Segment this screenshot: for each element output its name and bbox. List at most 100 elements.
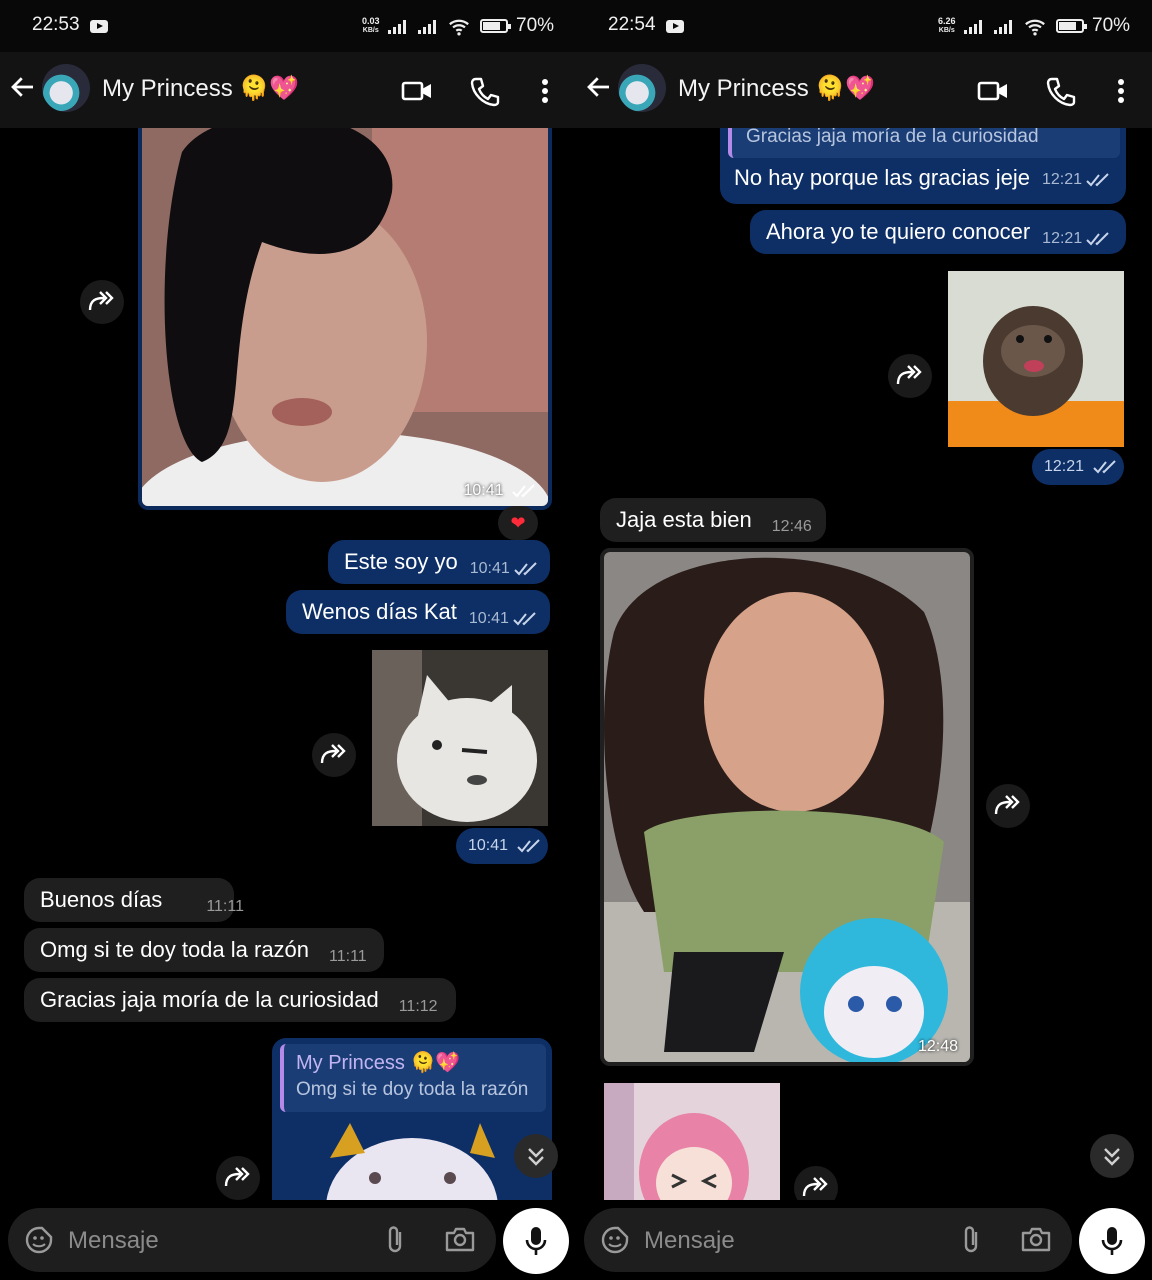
back-arrow-icon[interactable] xyxy=(8,72,38,102)
double-check-icon xyxy=(1092,460,1116,474)
chat-header: My Princess 🫠💖 xyxy=(0,52,576,128)
message-bubble-outgoing[interactable]: Wenos días Kat 10:41 xyxy=(286,590,550,634)
message-bubble-outgoing[interactable]: Este soy yo 10:41 xyxy=(328,540,550,584)
message-field[interactable]: Mensaje xyxy=(584,1208,1072,1272)
sticker-time-pill: 12:21 xyxy=(1032,449,1124,485)
forward-icon xyxy=(802,1177,828,1197)
mic-icon xyxy=(525,1227,547,1255)
message-bubble-incoming[interactable]: Jaja esta bien 12:46 xyxy=(600,498,826,542)
network-speed: 6.26 KB/s xyxy=(938,17,956,35)
scroll-down-button[interactable] xyxy=(1090,1134,1134,1178)
sticker-message[interactable] xyxy=(948,271,1124,447)
attach-icon[interactable] xyxy=(958,1224,986,1256)
photo-message[interactable]: 10:41 xyxy=(138,128,552,510)
forward-icon xyxy=(896,365,922,385)
message-time: 10:41 xyxy=(470,547,538,591)
signal-icon xyxy=(994,20,1016,34)
scroll-down-button[interactable] xyxy=(514,1134,558,1178)
battery-icon xyxy=(480,19,511,33)
photo-image xyxy=(142,128,548,506)
youtube-icon xyxy=(90,20,108,33)
message-text: Omg si te doy toda la razón xyxy=(40,937,310,962)
signal-icon xyxy=(964,20,986,34)
sticker-message[interactable] xyxy=(372,650,548,826)
double-check-icon xyxy=(514,562,537,576)
network-speed-unit: KB/s xyxy=(362,27,379,34)
signal-icon xyxy=(418,20,440,34)
message-text: Wenos días Kat xyxy=(302,599,457,624)
message-text: No hay porque las gracias jeje xyxy=(734,165,1030,190)
voice-record-button[interactable] xyxy=(1079,1208,1145,1274)
phone-icon[interactable] xyxy=(1044,74,1078,108)
video-call-icon[interactable] xyxy=(400,74,434,108)
forward-icon xyxy=(320,744,346,764)
camera-icon[interactable] xyxy=(444,1224,476,1254)
reply-quote[interactable]: My Princess 🫠💖 Omg si te doy toda la raz… xyxy=(280,1044,546,1112)
chat-title[interactable]: My Princess 🫠💖 xyxy=(678,74,875,103)
status-bar: 22:53 0.03 KB/s 70% xyxy=(0,0,576,52)
youtube-icon xyxy=(666,20,684,33)
forward-button[interactable] xyxy=(986,784,1030,828)
phone-icon[interactable] xyxy=(468,74,502,108)
message-text: Jaja esta bien xyxy=(616,507,752,532)
double-check-icon xyxy=(1086,173,1109,187)
message-bubble-incoming[interactable]: Omg si te doy toda la razón 11:11 xyxy=(24,928,384,972)
back-arrow-icon[interactable] xyxy=(584,72,614,102)
forward-button[interactable] xyxy=(888,354,932,398)
message-time: 10:41 xyxy=(464,482,537,500)
double-check-icon xyxy=(516,839,540,853)
status-time: 22:54 xyxy=(608,14,656,35)
contact-avatar[interactable] xyxy=(618,64,666,112)
sticker-icon[interactable] xyxy=(24,1225,54,1255)
video-call-icon[interactable] xyxy=(976,74,1010,108)
message-list[interactable]: 10:41 ❤ Este soy yo 10:41 Wenos días Kat 1… xyxy=(0,128,576,1200)
forward-button[interactable] xyxy=(312,733,356,777)
more-vert-icon[interactable] xyxy=(1104,74,1138,108)
sticker-icon[interactable] xyxy=(600,1225,630,1255)
message-input[interactable]: Mensaje xyxy=(68,1227,159,1255)
double-check-icon xyxy=(512,484,535,498)
reaction-badge[interactable]: ❤ xyxy=(498,506,538,540)
reply-message[interactable]: Gracias jaja moría de la curiosidad No h… xyxy=(720,128,1126,204)
message-bubble-outgoing[interactable]: Ahora yo te quiero conocer 12:21 xyxy=(750,210,1126,254)
composer: Mensaje xyxy=(576,1200,1152,1280)
message-time: 12:46 xyxy=(771,518,812,535)
status-bar: 22:54 6.26 KB/s 70% xyxy=(576,0,1152,52)
attach-icon[interactable] xyxy=(382,1224,410,1256)
message-list[interactable]: Gracias jaja moría de la curiosidad No h… xyxy=(576,128,1152,1200)
message-bubble-incoming[interactable]: Buenos días 11:11 xyxy=(24,878,244,922)
message-text: Este soy yo xyxy=(344,549,458,574)
sticker-image xyxy=(326,1123,498,1200)
message-text: Buenos días xyxy=(40,887,163,912)
photo-message[interactable]: 12:48 xyxy=(600,548,974,1066)
forward-button[interactable] xyxy=(80,280,124,324)
reply-message[interactable]: My Princess 🫠💖 Omg si te doy toda la raz… xyxy=(272,1038,552,1200)
reply-text: Omg si te doy toda la razón xyxy=(296,1079,529,1100)
double-check-icon xyxy=(1086,232,1109,246)
sticker-message[interactable] xyxy=(604,1083,780,1200)
message-field[interactable]: Mensaje xyxy=(8,1208,496,1272)
forward-icon xyxy=(994,795,1020,815)
battery-percent: 70% xyxy=(1092,15,1131,36)
forward-button[interactable] xyxy=(794,1166,838,1200)
voice-record-button[interactable] xyxy=(503,1208,569,1274)
sticker-time: 12:21 xyxy=(1044,458,1085,475)
reply-author: My Princess 🫠💖 xyxy=(296,1052,461,1074)
forward-button[interactable] xyxy=(216,1156,260,1200)
chat-title[interactable]: My Princess 🫠💖 xyxy=(102,74,299,103)
reply-quote[interactable]: Gracias jaja moría de la curiosidad xyxy=(728,128,1120,158)
message-input[interactable]: Mensaje xyxy=(644,1227,735,1255)
camera-icon[interactable] xyxy=(1020,1224,1052,1254)
message-time: 12:21 xyxy=(1042,217,1110,261)
chat-screen-left: 22:53 0.03 KB/s 70% My Princess 🫠💖 10:41… xyxy=(0,0,576,1280)
contact-avatar[interactable] xyxy=(42,64,90,112)
sticker-image xyxy=(604,1083,780,1200)
message-time: 11:11 xyxy=(206,898,244,915)
scroll-down-icon xyxy=(1104,1148,1120,1166)
message-text: Gracias jaja moría de la curiosidad xyxy=(40,987,379,1012)
photo-time: 10:41 xyxy=(463,482,504,499)
more-vert-icon[interactable] xyxy=(528,74,562,108)
composer: Mensaje xyxy=(0,1200,576,1280)
message-bubble-incoming[interactable]: Gracias jaja moría de la curiosidad 11:12 xyxy=(24,978,456,1022)
sticker-time-pill: 10:41 xyxy=(456,828,548,864)
